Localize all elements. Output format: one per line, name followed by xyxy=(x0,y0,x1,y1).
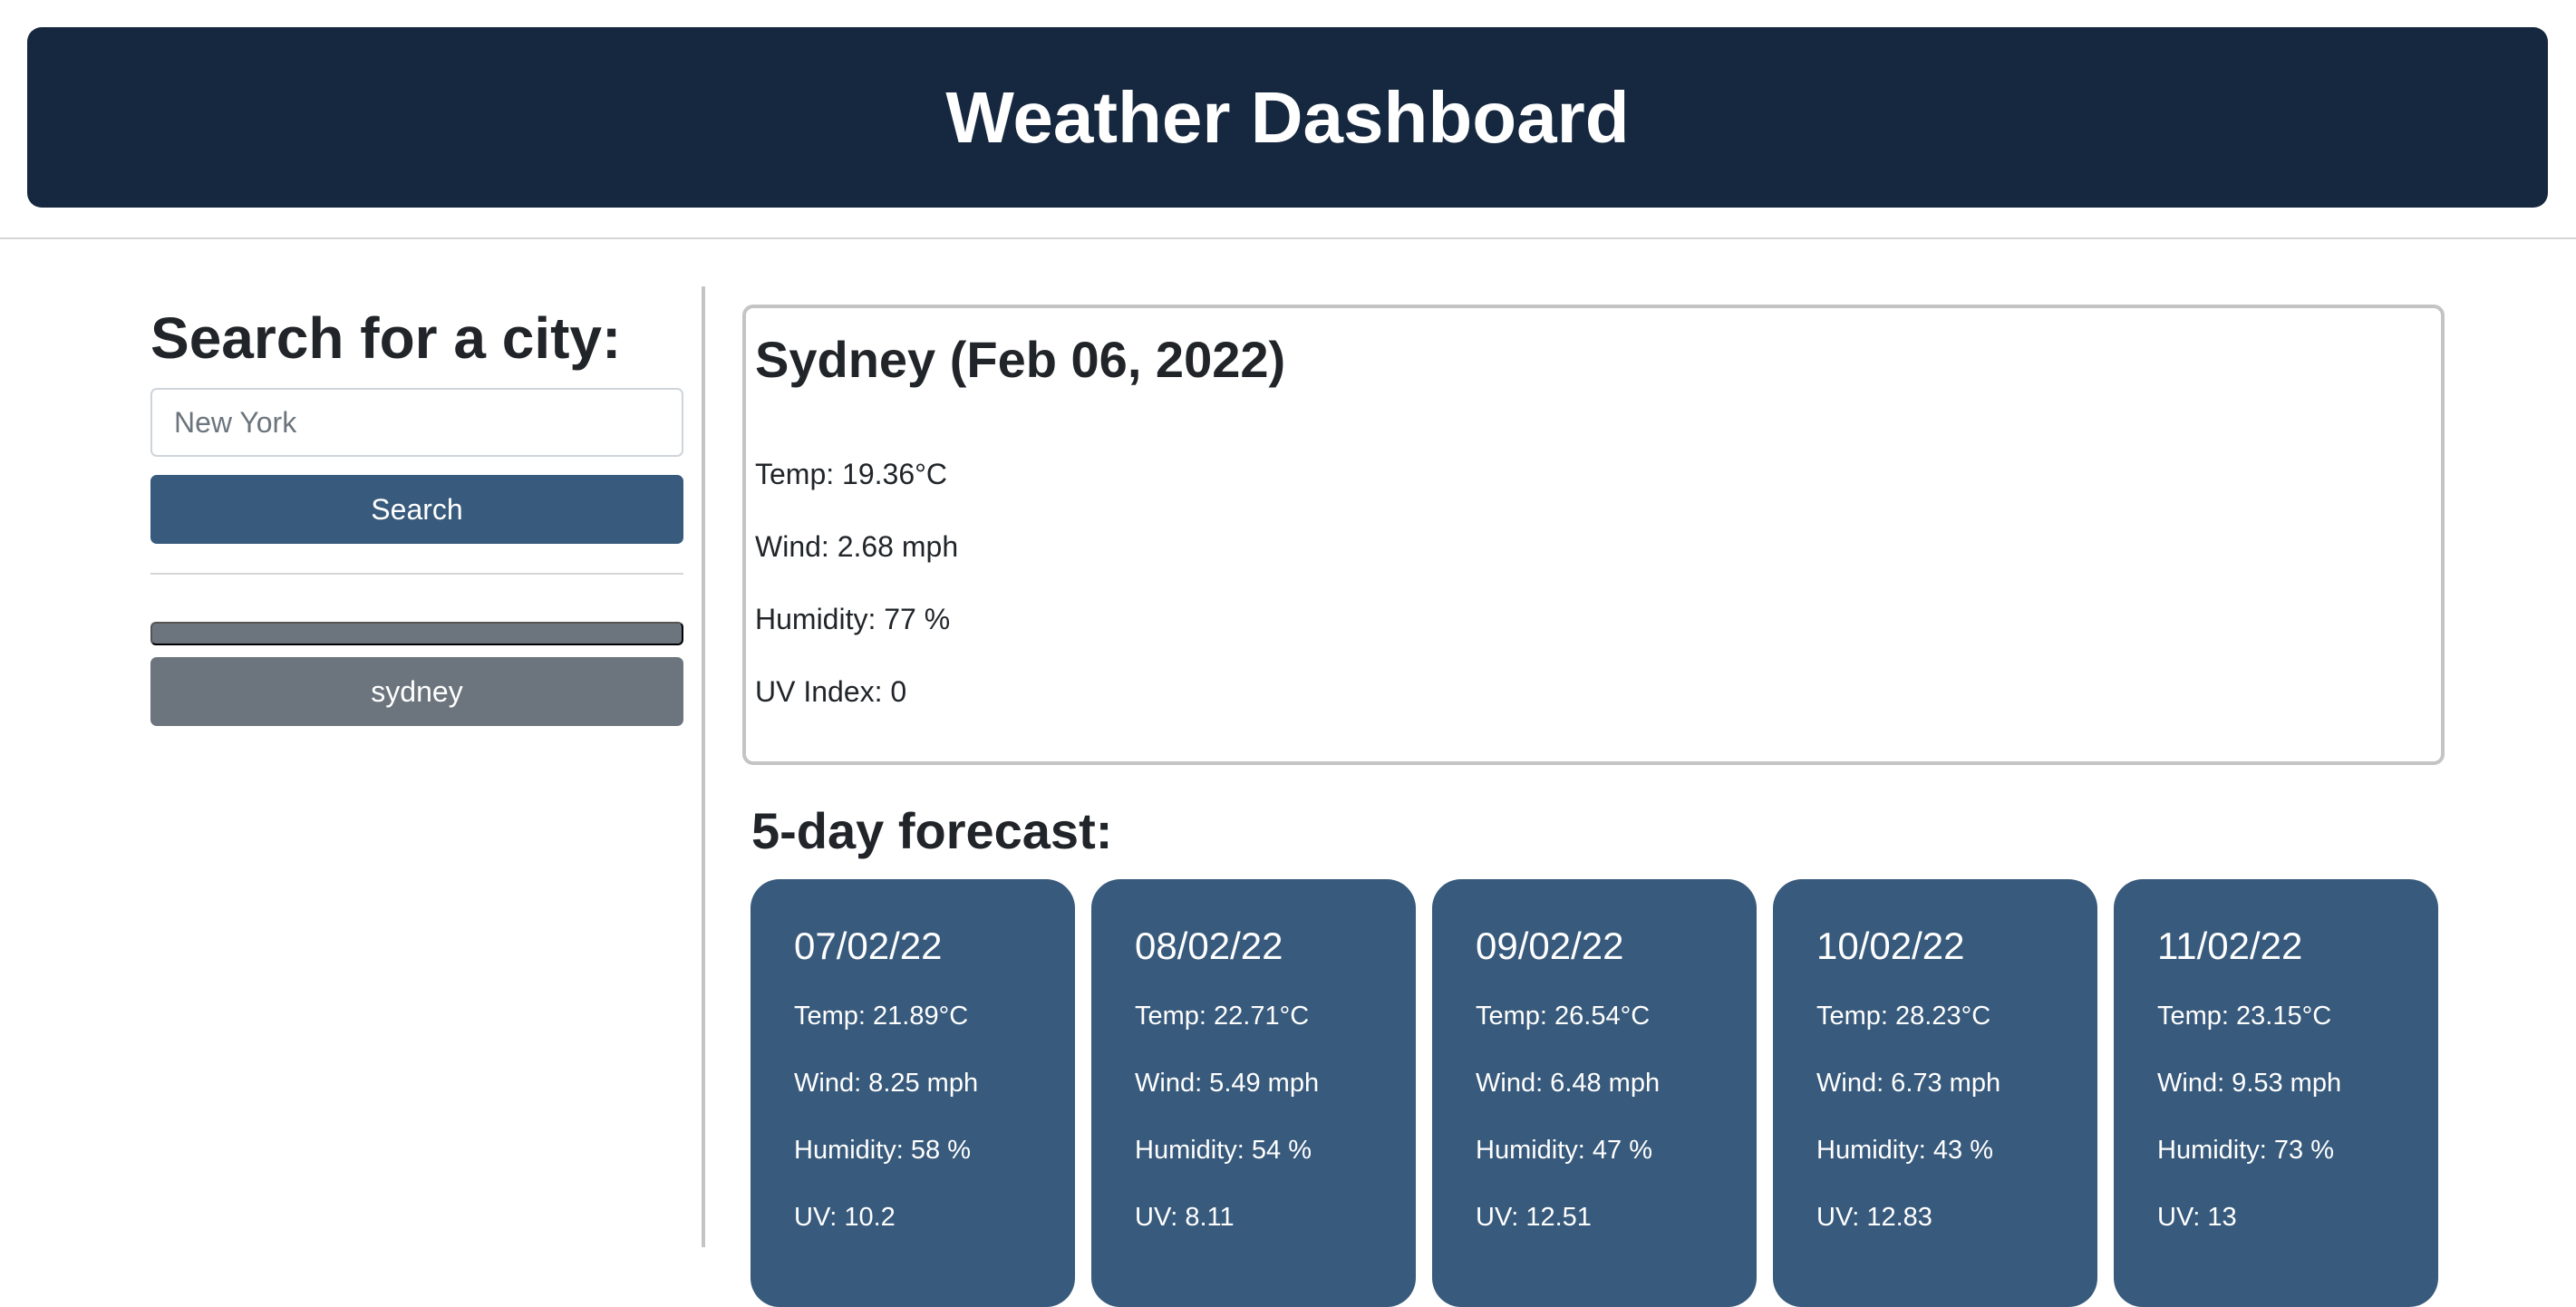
app-header: Weather Dashboard xyxy=(27,27,2548,208)
forecast-uv: UV: 8.11 xyxy=(1135,1203,1235,1232)
forecast-humidity: Humidity: 54 % xyxy=(1135,1136,1312,1165)
history-button-sydney[interactable]: sydney xyxy=(150,657,683,726)
search-button[interactable]: Search xyxy=(150,475,683,544)
forecast-date: 11/02/22 xyxy=(2157,925,2303,967)
city-search-input[interactable] xyxy=(150,388,683,457)
forecast-humidity: Humidity: 58 % xyxy=(794,1136,972,1165)
sidebar-divider xyxy=(150,573,683,575)
forecast-card: 10/02/22 Temp: 28.23°C Wind: 6.73 mph Hu… xyxy=(1773,879,2097,1307)
forecast-uv: UV: 12.83 xyxy=(1816,1203,1932,1232)
forecast-cards: 07/02/22 Temp: 21.89°C Wind: 8.25 mph Hu… xyxy=(751,879,2438,1307)
current-wind: Wind: 2.68 mph xyxy=(755,530,959,563)
forecast-card: 08/02/22 Temp: 22.71°C Wind: 5.49 mph Hu… xyxy=(1091,879,1416,1307)
forecast-temp: Temp: 28.23°C xyxy=(1816,1002,1991,1031)
forecast-humidity: Humidity: 73 % xyxy=(2157,1136,2335,1165)
forecast-wind: Wind: 9.53 mph xyxy=(2157,1069,2342,1098)
forecast-wind: Wind: 6.48 mph xyxy=(1476,1069,1661,1098)
history-button-empty[interactable] xyxy=(150,622,683,645)
forecast-date: 08/02/22 xyxy=(1135,925,1283,967)
forecast-card: 09/02/22 Temp: 26.54°C Wind: 6.48 mph Hu… xyxy=(1432,879,1757,1307)
forecast-uv: UV: 13 xyxy=(2157,1203,2237,1232)
search-heading: Search for a city: xyxy=(150,305,622,371)
forecast-wind: Wind: 8.25 mph xyxy=(794,1069,979,1098)
forecast-wind: Wind: 6.73 mph xyxy=(1816,1069,2001,1098)
forecast-temp: Temp: 26.54°C xyxy=(1476,1002,1651,1031)
forecast-date: 09/02/22 xyxy=(1476,925,1624,967)
forecast-date: 07/02/22 xyxy=(794,925,943,967)
forecast-temp: Temp: 22.71°C xyxy=(1135,1002,1310,1031)
forecast-heading: 5-day forecast: xyxy=(751,802,1113,859)
current-weather-card: Sydney (Feb 06, 2022) Temp: 19.36°C Wind… xyxy=(742,305,2445,765)
page-title: Weather Dashboard xyxy=(945,76,1630,158)
forecast-humidity: Humidity: 43 % xyxy=(1816,1136,1994,1165)
forecast-humidity: Humidity: 47 % xyxy=(1476,1136,1653,1165)
current-city-title: Sydney (Feb 06, 2022) xyxy=(755,331,1286,388)
forecast-temp: Temp: 23.15°C xyxy=(2157,1002,2332,1031)
current-humidity: Humidity: 77 % xyxy=(755,603,951,635)
forecast-card: 11/02/22 Temp: 23.15°C Wind: 9.53 mph Hu… xyxy=(2114,879,2438,1307)
forecast-date: 10/02/22 xyxy=(1816,925,1965,967)
current-temp: Temp: 19.36°C xyxy=(755,458,948,490)
header-divider xyxy=(0,237,2576,239)
forecast-uv: UV: 12.51 xyxy=(1476,1203,1592,1232)
forecast-wind: Wind: 5.49 mph xyxy=(1135,1069,1320,1098)
column-divider xyxy=(702,286,705,1247)
forecast-card: 07/02/22 Temp: 21.89°C Wind: 8.25 mph Hu… xyxy=(751,879,1075,1307)
forecast-temp: Temp: 21.89°C xyxy=(794,1002,969,1031)
forecast-uv: UV: 10.2 xyxy=(794,1203,896,1232)
current-uv-index: UV Index: 0 xyxy=(755,675,907,708)
